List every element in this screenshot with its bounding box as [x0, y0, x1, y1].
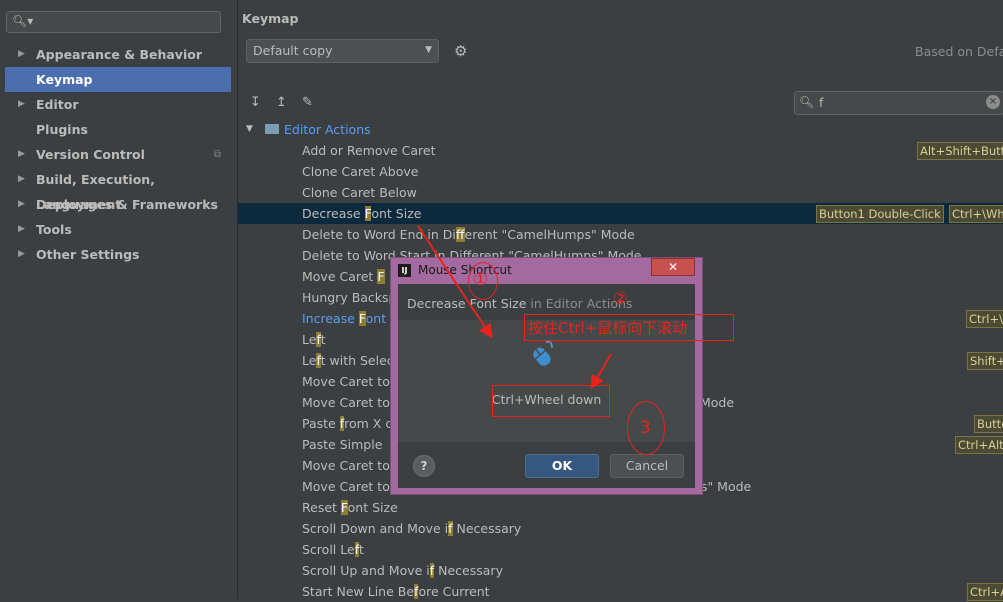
annotation-arrow: [590, 353, 612, 390]
annotation-highlight-box: [492, 385, 610, 417]
annotation-instruction: 按住Ctrl+鼠标向下滚动: [528, 319, 688, 337]
annotation-arrows: [417, 225, 612, 390]
annotation-number-2: ②: [613, 289, 629, 309]
annotation-number-3: 3: [640, 418, 651, 438]
annotation-number-1: ①: [473, 270, 489, 290]
